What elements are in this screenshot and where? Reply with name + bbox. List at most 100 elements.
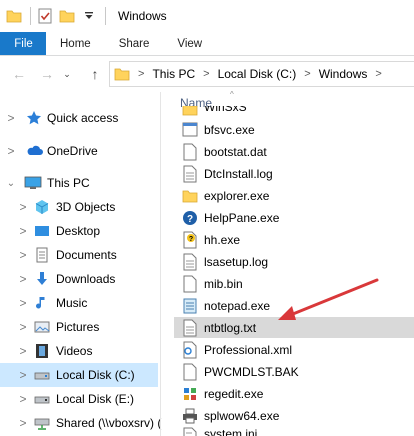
file-row[interactable]: WinSxS xyxy=(174,106,414,118)
file-icon xyxy=(182,143,198,161)
address-bar[interactable]: > This PC > Local Disk (C:) > Windows > xyxy=(109,61,414,87)
music-icon xyxy=(34,295,50,311)
sidebar-item-downloads[interactable]: > Downloads xyxy=(0,267,158,291)
file-name: bfsvc.exe xyxy=(204,122,255,137)
folder-icon xyxy=(182,106,198,118)
breadcrumb-windows[interactable]: Windows xyxy=(319,67,368,81)
new-folder-icon[interactable] xyxy=(59,8,75,24)
file-name: bootstat.dat xyxy=(204,144,267,159)
chevron-right-icon[interactable]: > xyxy=(375,68,381,80)
file-name: splwow64.exe xyxy=(204,408,280,423)
file-row[interactable]: Professional.xml xyxy=(174,339,414,360)
sidebar-item-pictures[interactable]: > Pictures xyxy=(0,315,158,339)
chevron-right-icon[interactable]: > xyxy=(16,320,30,334)
chevron-down-icon[interactable]: ⌄ xyxy=(4,178,18,189)
tab-share[interactable]: Share xyxy=(105,32,164,55)
computer-icon xyxy=(24,175,42,191)
pictures-icon xyxy=(34,319,50,335)
downloads-icon xyxy=(34,271,50,287)
tab-file[interactable]: File xyxy=(0,32,46,55)
sidebar-item-videos[interactable]: > Videos xyxy=(0,339,158,363)
sidebar-item-label: Documents xyxy=(56,248,117,262)
sidebar-item-3d-objects[interactable]: > 3D Objects xyxy=(0,195,158,219)
file-name: hh.exe xyxy=(204,232,241,247)
file-name: notepad.exe xyxy=(204,298,271,313)
file-row[interactable]: bfsvc.exe xyxy=(174,119,414,140)
navigation-pane: > Quick access > OneDrive ⌄ This PC > 3D… xyxy=(0,92,162,436)
file-row[interactable]: ? hh.exe xyxy=(174,229,414,250)
chevron-right-icon[interactable]: > xyxy=(138,68,144,80)
sidebar-item-label: OneDrive xyxy=(47,144,98,158)
tab-home[interactable]: Home xyxy=(46,32,105,55)
file-row[interactable]: bootstat.dat xyxy=(174,141,414,162)
file-row[interactable]: notepad.exe xyxy=(174,295,414,316)
chevron-right-icon[interactable]: > xyxy=(16,272,30,286)
folder-icon xyxy=(114,66,130,82)
sidebar-item-local-disk-e[interactable]: > Local Disk (E:) xyxy=(0,387,158,411)
file-row[interactable]: splwow64.exe xyxy=(174,405,414,426)
svg-text:?: ? xyxy=(189,236,193,243)
chevron-right-icon[interactable]: > xyxy=(4,144,18,158)
chevron-right-icon[interactable]: > xyxy=(16,200,30,214)
file-name: ntbtlog.txt xyxy=(204,320,257,335)
file-name: lsasetup.log xyxy=(204,254,269,269)
printer-icon xyxy=(182,407,198,425)
file-name: HelpPane.exe xyxy=(204,210,280,225)
sidebar-item-shared[interactable]: > Shared (\\vboxsrv) ( xyxy=(0,411,162,435)
chevron-right-icon[interactable]: > xyxy=(16,368,30,382)
chevron-right-icon[interactable]: > xyxy=(16,416,30,430)
forward-arrow-icon[interactable]: → xyxy=(36,63,58,85)
chevron-right-icon[interactable]: > xyxy=(203,68,209,80)
sidebar-item-quick-access[interactable]: > Quick access xyxy=(0,106,158,130)
text-file-icon xyxy=(182,165,198,183)
sidebar-item-label: 3D Objects xyxy=(56,200,116,214)
svg-text:?: ? xyxy=(187,214,193,225)
back-arrow-icon[interactable]: ← xyxy=(8,63,30,85)
sidebar-item-documents[interactable]: > Documents xyxy=(0,243,158,267)
customize-toolbar-icon[interactable] xyxy=(81,8,97,24)
file-row[interactable]: mib.bin xyxy=(174,273,414,294)
sidebar-item-this-pc[interactable]: ⌄ This PC xyxy=(0,171,158,195)
file-row[interactable]: PWCMDLST.BAK xyxy=(174,361,414,382)
file-row[interactable]: DtcInstall.log xyxy=(174,163,414,184)
text-file-icon xyxy=(182,253,198,271)
file-row-highlighted[interactable]: ntbtlog.txt xyxy=(174,317,414,338)
sidebar-item-music[interactable]: > Music xyxy=(0,291,158,315)
sidebar-item-label: Music xyxy=(56,296,88,310)
desktop-icon xyxy=(34,223,50,239)
cube-icon xyxy=(34,199,50,215)
file-row[interactable]: regedit.exe xyxy=(174,383,414,404)
ribbon-tabs: File Home Share View xyxy=(0,32,414,56)
file-row[interactable]: explorer.exe xyxy=(174,185,414,206)
breadcrumb-this-pc[interactable]: This PC xyxy=(152,67,195,81)
quick-access-toolbar xyxy=(0,0,112,32)
breadcrumb-local-disk-c[interactable]: Local Disk (C:) xyxy=(218,67,297,81)
cloud-icon xyxy=(26,143,43,159)
drive-icon xyxy=(34,391,50,407)
tab-view[interactable]: View xyxy=(163,32,216,55)
folder-icon[interactable] xyxy=(6,8,22,24)
file-name: system.ini xyxy=(204,427,258,436)
toolbar-divider xyxy=(30,7,31,25)
file-name: WinSxS xyxy=(204,106,247,114)
pane-divider[interactable] xyxy=(160,92,161,436)
sidebar-item-desktop[interactable]: > Desktop xyxy=(0,219,158,243)
sidebar-item-label: Shared (\\vboxsrv) ( xyxy=(56,416,162,430)
chevron-right-icon[interactable]: > xyxy=(16,296,30,310)
sidebar-item-onedrive[interactable]: > OneDrive xyxy=(0,139,158,163)
file-icon xyxy=(182,275,198,293)
up-arrow-icon[interactable]: ↑ xyxy=(84,63,106,85)
recent-locations-icon[interactable]: ⌄ xyxy=(60,63,74,85)
chevron-right-icon[interactable]: > xyxy=(16,248,30,262)
file-row[interactable]: system.ini xyxy=(174,427,414,436)
chevron-right-icon[interactable]: > xyxy=(16,344,30,358)
file-row[interactable]: lsasetup.log xyxy=(174,251,414,272)
chevron-right-icon[interactable]: > xyxy=(16,392,30,406)
chevron-right-icon[interactable]: > xyxy=(4,111,18,125)
chevron-right-icon[interactable]: > xyxy=(304,68,310,80)
sidebar-item-local-disk-c[interactable]: > Local Disk (C:) xyxy=(0,363,158,387)
help-icon: ? xyxy=(182,209,198,227)
properties-icon[interactable] xyxy=(37,8,53,24)
file-row[interactable]: ? HelpPane.exe xyxy=(174,207,414,228)
chevron-right-icon[interactable]: > xyxy=(16,224,30,238)
